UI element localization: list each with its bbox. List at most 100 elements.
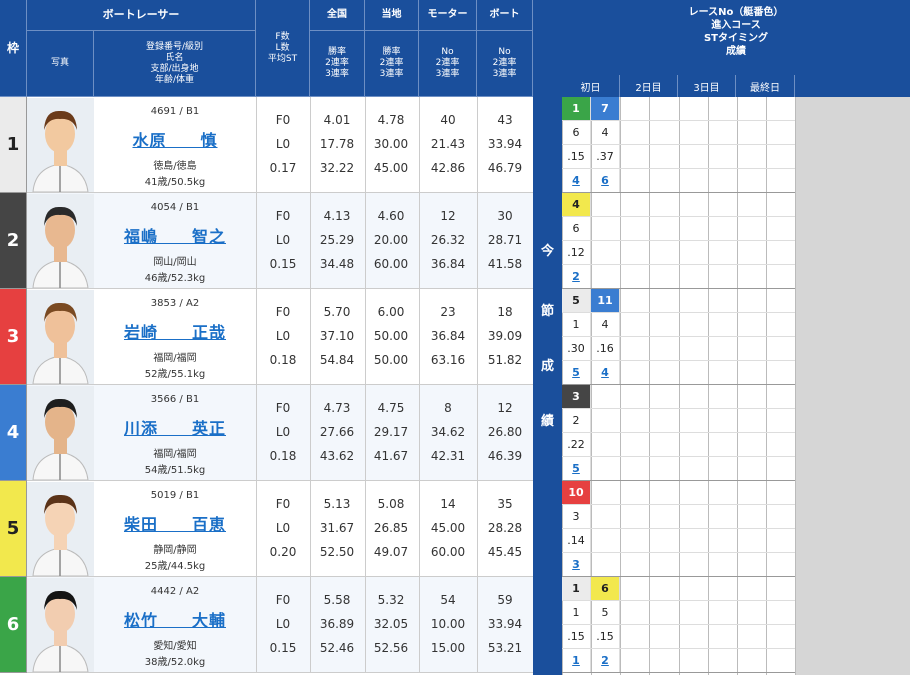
stat-value: 12 (440, 209, 456, 223)
racer-name-link[interactable]: 川添 英正 (95, 415, 255, 439)
race-no-link[interactable]: 6 (591, 577, 620, 601)
racer-name-link[interactable]: 福嶋 智之 (95, 223, 255, 247)
stat-value: 40 (440, 113, 456, 127)
race-no-link[interactable]: 1 (562, 577, 591, 601)
stat-value: F0 (275, 593, 291, 607)
stat-value: 4.60 (377, 209, 405, 223)
stat-value: 5.58 (323, 593, 351, 607)
reg-number: 4054 / B1 (150, 202, 200, 213)
stat-value: 60.00 (373, 257, 409, 271)
stat-value: 36.84 (430, 257, 466, 271)
race-no-link[interactable]: 5 (562, 289, 591, 313)
stat-value: 0.18 (269, 449, 297, 463)
entry-course: 4 (591, 121, 620, 145)
stat-value: L0 (275, 329, 291, 343)
racer-photo (27, 290, 94, 385)
stat-value: 30 (497, 209, 513, 223)
waku-header: 枠 (0, 0, 27, 97)
waku-cell: 3 (0, 289, 27, 385)
result-rank-link[interactable]: 6 (591, 169, 620, 193)
stat-value: 42.86 (430, 161, 466, 175)
stat-value: 32.22 (319, 161, 355, 175)
stat-value: 12 (497, 401, 513, 415)
racer-table: 枠 ボートレーサー 写真 登録番号/級別 氏名 支部/出身地 年齢/体重 F数 L数 平均… (0, 0, 533, 675)
branch: 愛知/愛知 (153, 641, 197, 652)
racer-name-link[interactable]: 水原 慎 (95, 127, 255, 151)
race-no-link[interactable]: 7 (591, 97, 620, 121)
stat-value: 36.89 (319, 617, 355, 631)
stat-value: 14 (440, 497, 456, 511)
result-rank-link[interactable]: 2 (591, 649, 620, 673)
stat-value: 20.00 (373, 233, 409, 247)
day1-header: 初日 (562, 75, 620, 97)
st-timing: .16 (591, 337, 620, 361)
results-header: レースNo（艇番色） 進入コース STタイミング 成績 (562, 0, 910, 75)
result-rank-link[interactable]: 1 (562, 649, 591, 673)
result-rank-link[interactable]: 2 (562, 265, 591, 289)
stat-value: 34.62 (430, 425, 466, 439)
stat-value: 4.78 (377, 113, 405, 127)
stat-value: 46.39 (487, 449, 523, 463)
stat-value: 23 (440, 305, 456, 319)
race-no-link[interactable]: 4 (562, 193, 591, 217)
st-timing: .15 (562, 145, 591, 169)
stat-value: 33.94 (487, 617, 523, 631)
stat-value: L0 (275, 425, 291, 439)
result-rank-link[interactable]: 4 (591, 361, 620, 385)
racer-photo (27, 98, 94, 193)
stat-value: 32.05 (373, 617, 409, 631)
racer-name-link[interactable]: 岩崎 正哉 (95, 319, 255, 343)
st-timing: .30 (562, 337, 591, 361)
race-no-link[interactable]: 3 (562, 385, 591, 409)
stat-value: 5.08 (377, 497, 405, 511)
stat-value: 39.09 (487, 329, 523, 343)
entry-course: 2 (562, 409, 591, 433)
stat-value: 18 (497, 305, 513, 319)
stat-value: L0 (275, 233, 291, 247)
stat-value: 28.71 (487, 233, 523, 247)
racer-photo (27, 194, 94, 289)
reg-number: 3853 / A2 (150, 298, 200, 309)
result-rank-link[interactable]: 5 (562, 457, 591, 481)
racer-name-link[interactable]: 柴田 百恵 (95, 511, 255, 535)
stat-value: F0 (275, 305, 291, 319)
entry-course: 3 (562, 505, 591, 529)
reg-number: 3566 / B1 (150, 394, 200, 405)
stat-value: 59 (497, 593, 513, 607)
result-rank-link[interactable]: 5 (562, 361, 591, 385)
stat-value: 25.29 (319, 233, 355, 247)
stat-value: 30.00 (373, 137, 409, 151)
stat-value: 26.85 (373, 521, 409, 535)
stat-value: 4.01 (323, 113, 351, 127)
stat-value: 21.43 (430, 137, 466, 151)
race-no-link[interactable]: 11 (591, 289, 620, 313)
entry-course: 6 (562, 121, 591, 145)
stat-value: F0 (275, 401, 291, 415)
result-rank-link[interactable]: 4 (562, 169, 591, 193)
stat-value: 50.00 (373, 353, 409, 367)
boat-sub: No 2連率 3連率 (477, 31, 533, 97)
stat-value: 6.00 (377, 305, 405, 319)
race-no-link[interactable]: 10 (562, 481, 591, 505)
stat-value: 33.94 (487, 137, 523, 151)
day3-header: 3日目 (678, 75, 736, 97)
result-rank-link[interactable]: 3 (562, 553, 591, 577)
st-timing: .12 (562, 241, 591, 265)
st-timing: .22 (562, 433, 591, 457)
age-weight: 25歳/44.5kg (144, 561, 206, 572)
reg-number: 5019 / B1 (150, 490, 200, 501)
day2-header: 2日目 (620, 75, 678, 97)
stat-value: 41.67 (373, 449, 409, 463)
branch: 静岡/静岡 (153, 545, 197, 556)
stat-value: L0 (275, 521, 291, 535)
age-weight: 41歳/50.5kg (144, 177, 206, 188)
touchi-header: 当地 (365, 0, 419, 31)
stat-value: L0 (275, 137, 291, 151)
stat-value: 54 (440, 593, 456, 607)
stat-value: 5.32 (377, 593, 405, 607)
stat-value: 31.67 (319, 521, 355, 535)
stat-value: 42.31 (430, 449, 466, 463)
race-no-link[interactable]: 1 (562, 97, 591, 121)
racer-name-link[interactable]: 松竹 大輔 (95, 607, 255, 631)
stat-value: 49.07 (373, 545, 409, 559)
